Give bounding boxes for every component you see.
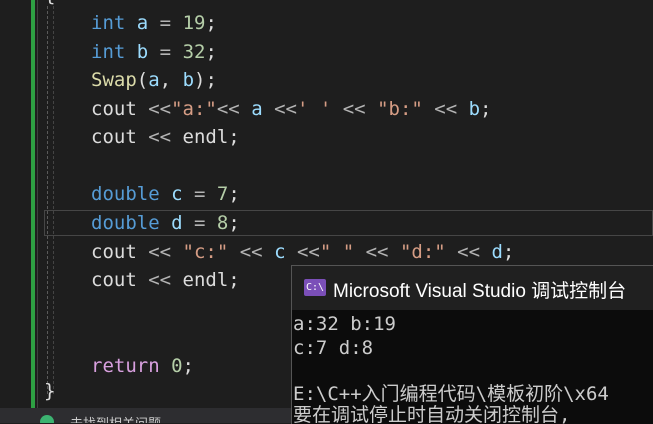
identifier: cout (91, 241, 137, 263)
string-literal: "b:" (377, 98, 423, 120)
semicolon: ; (228, 212, 240, 234)
identifier: endl (182, 126, 229, 148)
keyword: double (91, 212, 160, 234)
identifier: d (171, 212, 183, 234)
number-literal: 32 (182, 41, 206, 63)
operator: << (331, 98, 378, 120)
operator: = (182, 212, 217, 234)
console-line: a:32 b:19 (293, 313, 396, 335)
number-literal: 8 (216, 212, 229, 234)
keyword: int (91, 41, 126, 63)
operator: << (136, 241, 183, 263)
number-literal: 7 (216, 183, 229, 205)
function-name: Swap (91, 69, 137, 91)
operator: << (354, 241, 400, 263)
operator: << (285, 241, 320, 263)
paren: ); (194, 69, 217, 91)
debug-console-window[interactable]: C:\ Microsoft Visual Studio 调试控制台 a:32 b… (291, 265, 653, 424)
identifier: c (171, 183, 183, 205)
console-titlebar[interactable]: C:\ Microsoft Visual Studio 调试控制台 (292, 266, 653, 310)
comma: , (159, 69, 183, 91)
semicolon: ; (182, 355, 194, 377)
semicolon: ; (480, 98, 492, 120)
operator: << (136, 126, 183, 148)
code-line-4[interactable]: cout <<"a:"<< a <<' ' << "b:" << b; (91, 95, 492, 123)
keyword: int (91, 12, 126, 34)
identifier: endl (182, 269, 229, 291)
code-line-1[interactable]: int a = 19; (91, 9, 217, 37)
code-line-7[interactable]: double d = 8; (91, 209, 240, 237)
code-line-2[interactable]: int b = 32; (91, 38, 217, 66)
console-app-icon: C:\ (304, 279, 326, 296)
status-ok-icon (40, 415, 54, 423)
code-line-9[interactable]: cout << endl; (91, 266, 240, 294)
identifier: cout (91, 126, 137, 148)
code-line-10[interactable]: return 0; (91, 352, 194, 380)
console-output[interactable]: a:32 b:19 c:7 d:8 E:\C++入门编程代码\模板初阶\x64 … (292, 310, 653, 424)
string-literal: "c:" (182, 241, 229, 263)
operator: << (136, 269, 183, 291)
semicolon: ; (228, 269, 240, 291)
code-line-5[interactable]: cout << endl; (91, 123, 240, 151)
identifier: b (182, 69, 195, 91)
paren: ( (136, 69, 149, 91)
keyword: double (91, 183, 160, 205)
console-line: 要在调试停止时自动关闭控制台, (293, 404, 571, 424)
identifier: b (136, 41, 149, 63)
code-line-6[interactable]: double c = 7; (91, 180, 240, 208)
string-literal: "d:" (399, 241, 446, 263)
identifier: a (136, 12, 149, 34)
code-line-3[interactable]: Swap(a, b); (91, 66, 217, 94)
operator: << (136, 98, 172, 120)
number-literal: 0 (171, 355, 183, 377)
number-literal: 19 (182, 12, 206, 34)
keyword: return (91, 355, 160, 377)
operator: << (262, 98, 297, 120)
identifier: c (274, 241, 286, 263)
identifier: a (148, 69, 160, 91)
close-brace: } (44, 380, 56, 402)
semicolon: ; (228, 183, 240, 205)
string-literal: "a:" (171, 98, 217, 120)
operator: << (228, 241, 275, 263)
semicolon: ; (228, 126, 240, 148)
char-literal: ' ' (296, 98, 332, 120)
operator: = (148, 12, 183, 34)
code-line-8[interactable]: cout << "c:" << c <<" " << "d:" << d; (91, 238, 514, 266)
semicolon: ; (502, 241, 515, 263)
console-title: Microsoft Visual Studio 调试控制台 (333, 281, 627, 302)
open-brace: { (44, 0, 55, 6)
status-text[interactable]: 未找到相关问题 (70, 413, 161, 423)
operator: = (182, 183, 217, 205)
identifier: cout (91, 98, 137, 120)
string-literal: " " (319, 241, 355, 263)
identifier: b (468, 98, 481, 120)
identifier: a (251, 98, 263, 120)
identifier: cout (91, 269, 137, 291)
semicolon: ; (205, 12, 217, 34)
operator: = (148, 41, 183, 63)
console-line: c:7 d:8 (293, 337, 374, 359)
operator: << (216, 98, 252, 120)
operator: << (445, 241, 492, 263)
semicolon: ; (205, 41, 217, 63)
identifier: d (491, 241, 503, 263)
operator: << (422, 98, 469, 120)
